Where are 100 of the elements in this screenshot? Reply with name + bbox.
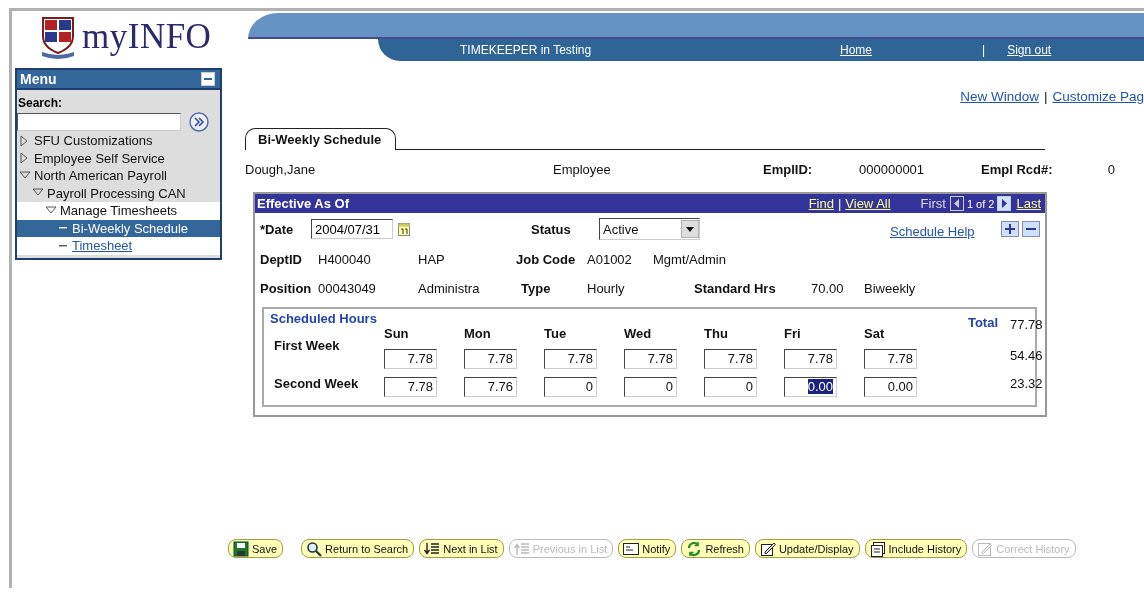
search-icon: [306, 540, 323, 557]
field-value: 70.00: [811, 281, 845, 296]
hours-field[interactable]: 0: [624, 377, 677, 397]
return-to-search-button[interactable]: Return to Search: [301, 539, 415, 558]
week-label: Second Week: [273, 375, 360, 391]
pencil-document-icon: [977, 540, 994, 557]
hours-field[interactable]: 0.00: [784, 377, 837, 397]
hours-field[interactable]: 7.78: [544, 349, 597, 369]
field-value: Dough,Jane: [245, 161, 317, 177]
field-value: 0: [1106, 161, 1115, 177]
row-counter: 1 of 2: [966, 197, 995, 210]
field-value: A01002: [587, 252, 633, 267]
hours-field[interactable]: 7.78: [784, 349, 837, 369]
day-header: Sun: [384, 326, 410, 341]
day-header: Sat: [864, 326, 886, 341]
field-label: Empl Rcd#:: [981, 161, 1054, 177]
field-value: 00043049: [318, 281, 377, 296]
field-value: HAP: [418, 252, 446, 267]
search-field[interactable]: [17, 113, 181, 131]
day-header: Tue: [544, 326, 568, 341]
menu-item[interactable]: Employee Self Service: [17, 149, 220, 167]
hours-field[interactable]: 7.78: [704, 349, 757, 369]
date-field[interactable]: 2004/07/31: [311, 219, 393, 239]
go-icon[interactable]: [189, 112, 209, 132]
refresh-icon: [686, 540, 703, 557]
field-value: Mgmt/Admin: [653, 252, 727, 267]
notify-button[interactable]: Notify: [618, 539, 677, 558]
link-separator: |: [982, 43, 986, 57]
find-link[interactable]: Find: [808, 196, 834, 211]
tab[interactable]: Bi-Weekly Schedule: [245, 128, 397, 150]
field-label: DeptID: [260, 252, 303, 267]
field-value: 000000001: [859, 161, 926, 177]
hours-field[interactable]: 7.78: [384, 377, 437, 397]
field-label: *Date: [260, 221, 295, 237]
field-label: Standard Hrs: [694, 281, 777, 296]
menu-item[interactable]: Manage Timesheets: [17, 202, 220, 220]
delete-row-icon[interactable]: [1021, 221, 1040, 237]
hours-field[interactable]: 0.00: [864, 377, 917, 397]
dropdown-arrow-icon: [681, 220, 699, 238]
up-arrow-list-icon: [513, 540, 530, 557]
field-value: Administra: [418, 281, 481, 296]
menu-item[interactable]: SFU Customizations: [17, 132, 220, 150]
sign-out-link[interactable]: Sign out: [1007, 43, 1052, 57]
logo-text: myINFO: [82, 17, 212, 57]
week-label: First Week: [273, 337, 341, 353]
field-label: Type: [521, 281, 552, 296]
first-label: First: [920, 196, 946, 211]
save-button[interactable]: Save: [228, 539, 284, 558]
collapse-icon[interactable]: [201, 72, 215, 86]
menu-title: Menu: [20, 71, 57, 87]
menu-item[interactable]: Timesheet: [17, 237, 220, 255]
section-subtitle: Scheduled Hours: [270, 311, 378, 326]
week-total: 54.46: [1010, 347, 1044, 363]
status-dropdown[interactable]: Active: [599, 218, 700, 240]
field-label: Job Code: [516, 252, 577, 267]
message-icon: [623, 540, 640, 557]
pencil-document-icon: [759, 540, 776, 557]
search-label: Search:: [18, 96, 64, 110]
total-value: 77.78: [1010, 316, 1044, 332]
add-row-icon[interactable]: [1000, 221, 1019, 237]
history-button[interactable]: Include History: [864, 539, 968, 558]
environment-label: TIMEKEEPER in Testing: [460, 43, 593, 57]
day-header: Thu: [704, 326, 729, 341]
link-separator: |: [837, 196, 842, 211]
field-value: Employee: [553, 161, 612, 177]
section-title: Effective As Of: [257, 196, 350, 211]
crest-icon: [40, 15, 76, 59]
field-label: Status: [531, 221, 572, 237]
documents-icon: [869, 540, 886, 557]
field-label: Position: [260, 281, 313, 296]
down-arrow-list-icon: [424, 540, 441, 557]
next-button[interactable]: Next in List: [419, 539, 504, 558]
hours-field[interactable]: 0: [544, 377, 597, 397]
new-window-link[interactable]: New Window: [960, 89, 1039, 104]
hours-field[interactable]: 7.76: [464, 377, 517, 397]
day-header: Wed: [624, 326, 653, 341]
week-total: 23.32: [1010, 375, 1044, 391]
customize-page-link[interactable]: Customize Pag: [1052, 89, 1144, 104]
refresh-button[interactable]: Refresh: [681, 539, 750, 558]
field-value: Biweekly: [864, 281, 917, 296]
field-value: H400040: [318, 252, 372, 267]
total-label: Total: [966, 314, 999, 330]
field-label: EmplID:: [763, 161, 814, 177]
menu-item[interactable]: Payroll Processing CAN: [17, 184, 220, 202]
hours-field[interactable]: 7.78: [464, 349, 517, 369]
home-link[interactable]: Home: [840, 43, 872, 57]
field-value: Hourly: [587, 281, 626, 296]
hours-field[interactable]: 0: [704, 377, 757, 397]
last-link[interactable]: Last: [1016, 196, 1041, 211]
hours-field[interactable]: 7.78: [624, 349, 677, 369]
view-all-link[interactable]: View All: [845, 196, 891, 211]
schedule-help-link[interactable]: Schedule Help: [890, 223, 975, 239]
menu-item[interactable]: North American Payroll: [17, 167, 220, 185]
day-header: Fri: [784, 326, 802, 341]
hours-field[interactable]: 7.78: [864, 349, 917, 369]
calendar-icon[interactable]: [397, 221, 411, 237]
link-separator: |: [1043, 89, 1048, 104]
hours-field[interactable]: 7.78: [384, 349, 437, 369]
day-header: Mon: [464, 326, 492, 341]
edit-button[interactable]: Update/Display: [754, 539, 860, 558]
